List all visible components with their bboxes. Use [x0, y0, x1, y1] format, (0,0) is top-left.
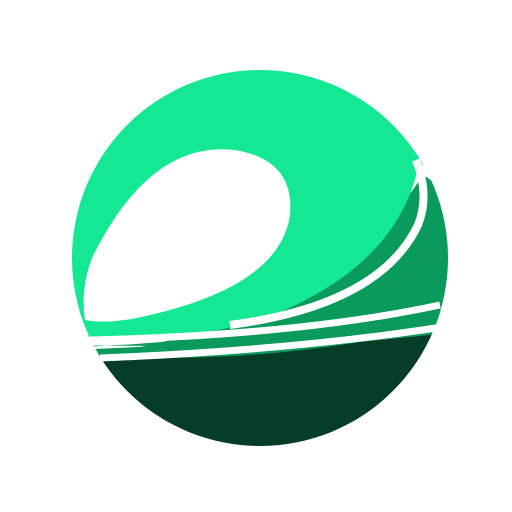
green-wave-sphere-logo-icon	[72, 70, 456, 446]
app-icon-canvas	[0, 0, 512, 512]
